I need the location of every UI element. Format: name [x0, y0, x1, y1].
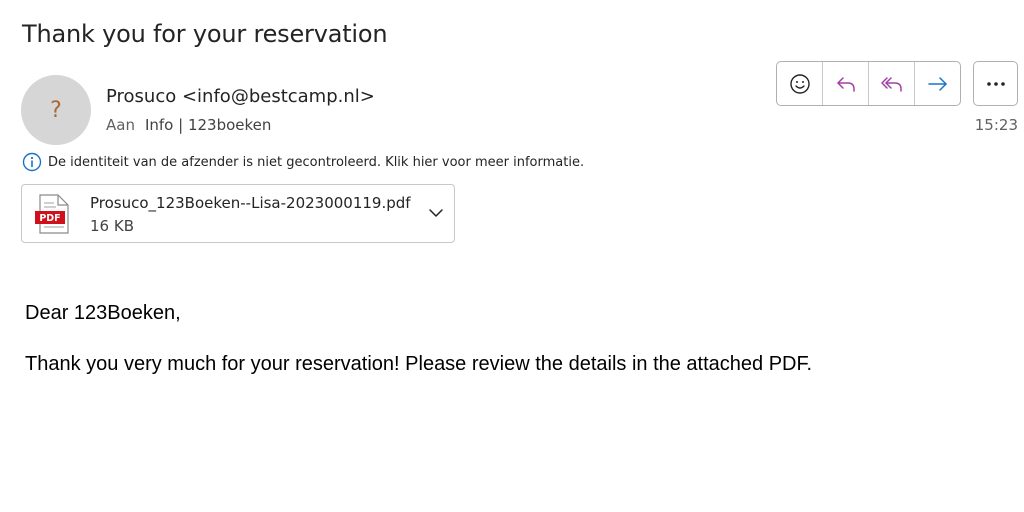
- forward-button[interactable]: [915, 62, 960, 105]
- sender-avatar[interactable]: ?: [21, 75, 91, 145]
- react-button[interactable]: [777, 62, 823, 105]
- sender-verification-notice[interactable]: De identiteit van de afzender is niet ge…: [22, 152, 584, 172]
- sender-name[interactable]: Prosuco <info@bestcamp.nl>: [106, 86, 375, 107]
- info-icon: [22, 152, 42, 172]
- more-icon: [986, 81, 1005, 86]
- forward-icon: [927, 76, 947, 91]
- more-actions-button[interactable]: [973, 61, 1018, 106]
- reply-icon: [836, 76, 855, 92]
- body-paragraph: Thank you very much for your reservation…: [25, 353, 813, 375]
- reply-all-icon: [880, 76, 902, 92]
- pdf-type-label: PDF: [39, 213, 60, 224]
- recipients-row: Aan Info | 123boeken: [106, 116, 271, 134]
- message-actions-group: [776, 61, 961, 106]
- attachment-size: 16 KB: [90, 217, 134, 235]
- avatar-placeholder-glyph: ?: [50, 97, 62, 123]
- sender-warning-text: De identiteit van de afzender is niet ge…: [48, 154, 585, 170]
- pdf-file-icon: PDF: [35, 194, 69, 234]
- to-label: Aan: [106, 116, 135, 134]
- emoji-icon: [789, 73, 810, 94]
- body-greeting: Dear 123Boeken,: [25, 302, 181, 324]
- attachment-filename: Prosuco_123Boeken--Lisa-2023000119.pdf: [90, 194, 411, 212]
- recipients-list[interactable]: Info | 123boeken: [145, 116, 271, 134]
- email-subject: Thank you for your reservation: [22, 20, 388, 48]
- received-time: 15:23: [974, 116, 1018, 134]
- attachment-card[interactable]: PDF Prosuco_123Boeken--Lisa-2023000119.p…: [21, 184, 455, 243]
- chevron-down-icon[interactable]: [428, 207, 444, 219]
- reply-all-button[interactable]: [869, 62, 915, 105]
- reply-button[interactable]: [823, 62, 869, 105]
